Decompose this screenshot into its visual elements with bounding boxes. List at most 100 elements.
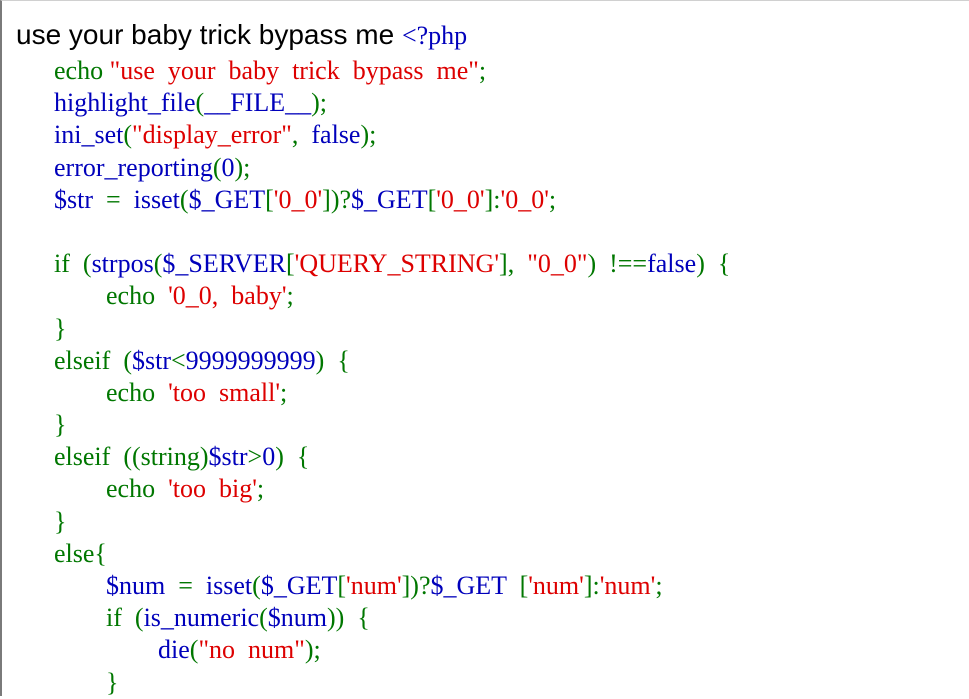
code-token: "0_0"	[527, 249, 588, 279]
code-token: );	[311, 88, 327, 118]
php-open-tag: <?php	[401, 21, 468, 50]
code-token: [	[506, 571, 529, 600]
code-token: $num	[267, 603, 327, 633]
code-token: "display_error"	[132, 120, 292, 150]
code-token: ;	[280, 377, 288, 407]
code-token: isset	[133, 184, 180, 214]
code-line	[2, 216, 730, 248]
code-token: ((string)	[110, 442, 209, 472]
code-token: (	[252, 571, 261, 600]
code-token: }	[54, 506, 67, 536]
code-token: '0_0'	[436, 184, 485, 214]
code-token: false	[647, 249, 697, 279]
code-line: }	[2, 667, 730, 699]
code-line: die("no num");	[2, 634, 730, 666]
php-source-code: echo "use your baby trick bypass me"; hi…	[2, 55, 730, 699]
code-token: (	[212, 152, 222, 182]
code-token: ;	[478, 56, 487, 85]
code-line: }	[2, 313, 730, 345]
code-token: 'too big'	[168, 474, 257, 504]
code-token: 'num'	[599, 571, 656, 600]
code-token: <	[170, 345, 186, 375]
headline-text: use your baby trick bypass me	[16, 19, 402, 50]
code-token: (	[195, 88, 205, 118]
code-token: 'num'	[346, 571, 402, 600]
code-token: $str	[208, 442, 248, 472]
code-token: if	[106, 603, 122, 633]
code-token: ]:	[484, 184, 501, 214]
code-token: ])?	[401, 571, 431, 600]
code-token: )) {	[327, 603, 370, 633]
code-line: $num = isset($_GET['num'])?$_GET ['num']…	[2, 570, 730, 602]
code-token: (	[69, 249, 92, 279]
code-line: elseif ($str<9999999999) {	[2, 345, 730, 377]
code-token: [	[285, 249, 295, 279]
code-token: '0_0'	[500, 184, 549, 214]
code-token: "no num"	[198, 635, 305, 665]
code-line: echo '0_0, baby';	[2, 280, 730, 312]
code-token: 0	[262, 442, 276, 472]
code-line: $str = isset($_GET['0_0'])?$_GET['0_0']:…	[2, 184, 730, 216]
code-token: '0_0'	[273, 184, 323, 214]
code-token: highlight_file	[54, 88, 196, 118]
code-token: );	[234, 152, 251, 182]
code-token: strpos	[91, 249, 154, 279]
code-token: );	[304, 635, 321, 665]
code-line: echo 'too big';	[2, 473, 730, 505]
code-token: 'QUERY_STRING'	[294, 249, 500, 279]
code-token: (	[110, 345, 132, 375]
code-token: $_GET	[351, 184, 428, 214]
page-frame: use your baby trick bypass me <?php echo…	[0, 0, 969, 699]
code-token: isset	[205, 571, 253, 600]
code-token: ini_set	[54, 120, 124, 150]
code-token: ])?	[322, 184, 352, 214]
code-token: (	[179, 184, 189, 214]
code-token: die	[158, 635, 190, 665]
code-token: [	[427, 184, 437, 214]
code-token: 'num'	[528, 571, 584, 600]
code-line: echo 'too small';	[2, 377, 730, 409]
code-token: $_SERVER	[162, 249, 286, 279]
code-line: ini_set("display_error", false);	[2, 119, 730, 151]
code-token: ]:	[583, 571, 600, 600]
code-token: (	[121, 603, 144, 633]
code-token: }	[106, 667, 119, 697]
code-token: =	[93, 184, 134, 214]
code-token: ;	[655, 571, 663, 600]
code-token: [	[265, 184, 274, 214]
code-token: ],	[499, 249, 528, 279]
code-line: else{	[2, 538, 730, 570]
code-token: $str	[131, 345, 171, 375]
code-token: "use your baby trick bypass me"	[109, 56, 479, 85]
code-token: }	[54, 410, 67, 440]
code-line: }	[2, 409, 730, 441]
code-token: __FILE__	[204, 88, 312, 118]
code-token: $num	[106, 571, 166, 600]
code-token: false	[311, 120, 361, 150]
code-token: ;	[256, 474, 265, 504]
code-token: (	[123, 120, 133, 150]
code-token: >	[247, 442, 263, 472]
code-token: 0	[221, 152, 235, 182]
code-token: ) {	[696, 249, 731, 279]
code-token: (	[259, 603, 268, 633]
code-line: if (is_numeric($num)) {	[2, 602, 730, 634]
code-line: error_reporting(0);	[2, 152, 730, 184]
